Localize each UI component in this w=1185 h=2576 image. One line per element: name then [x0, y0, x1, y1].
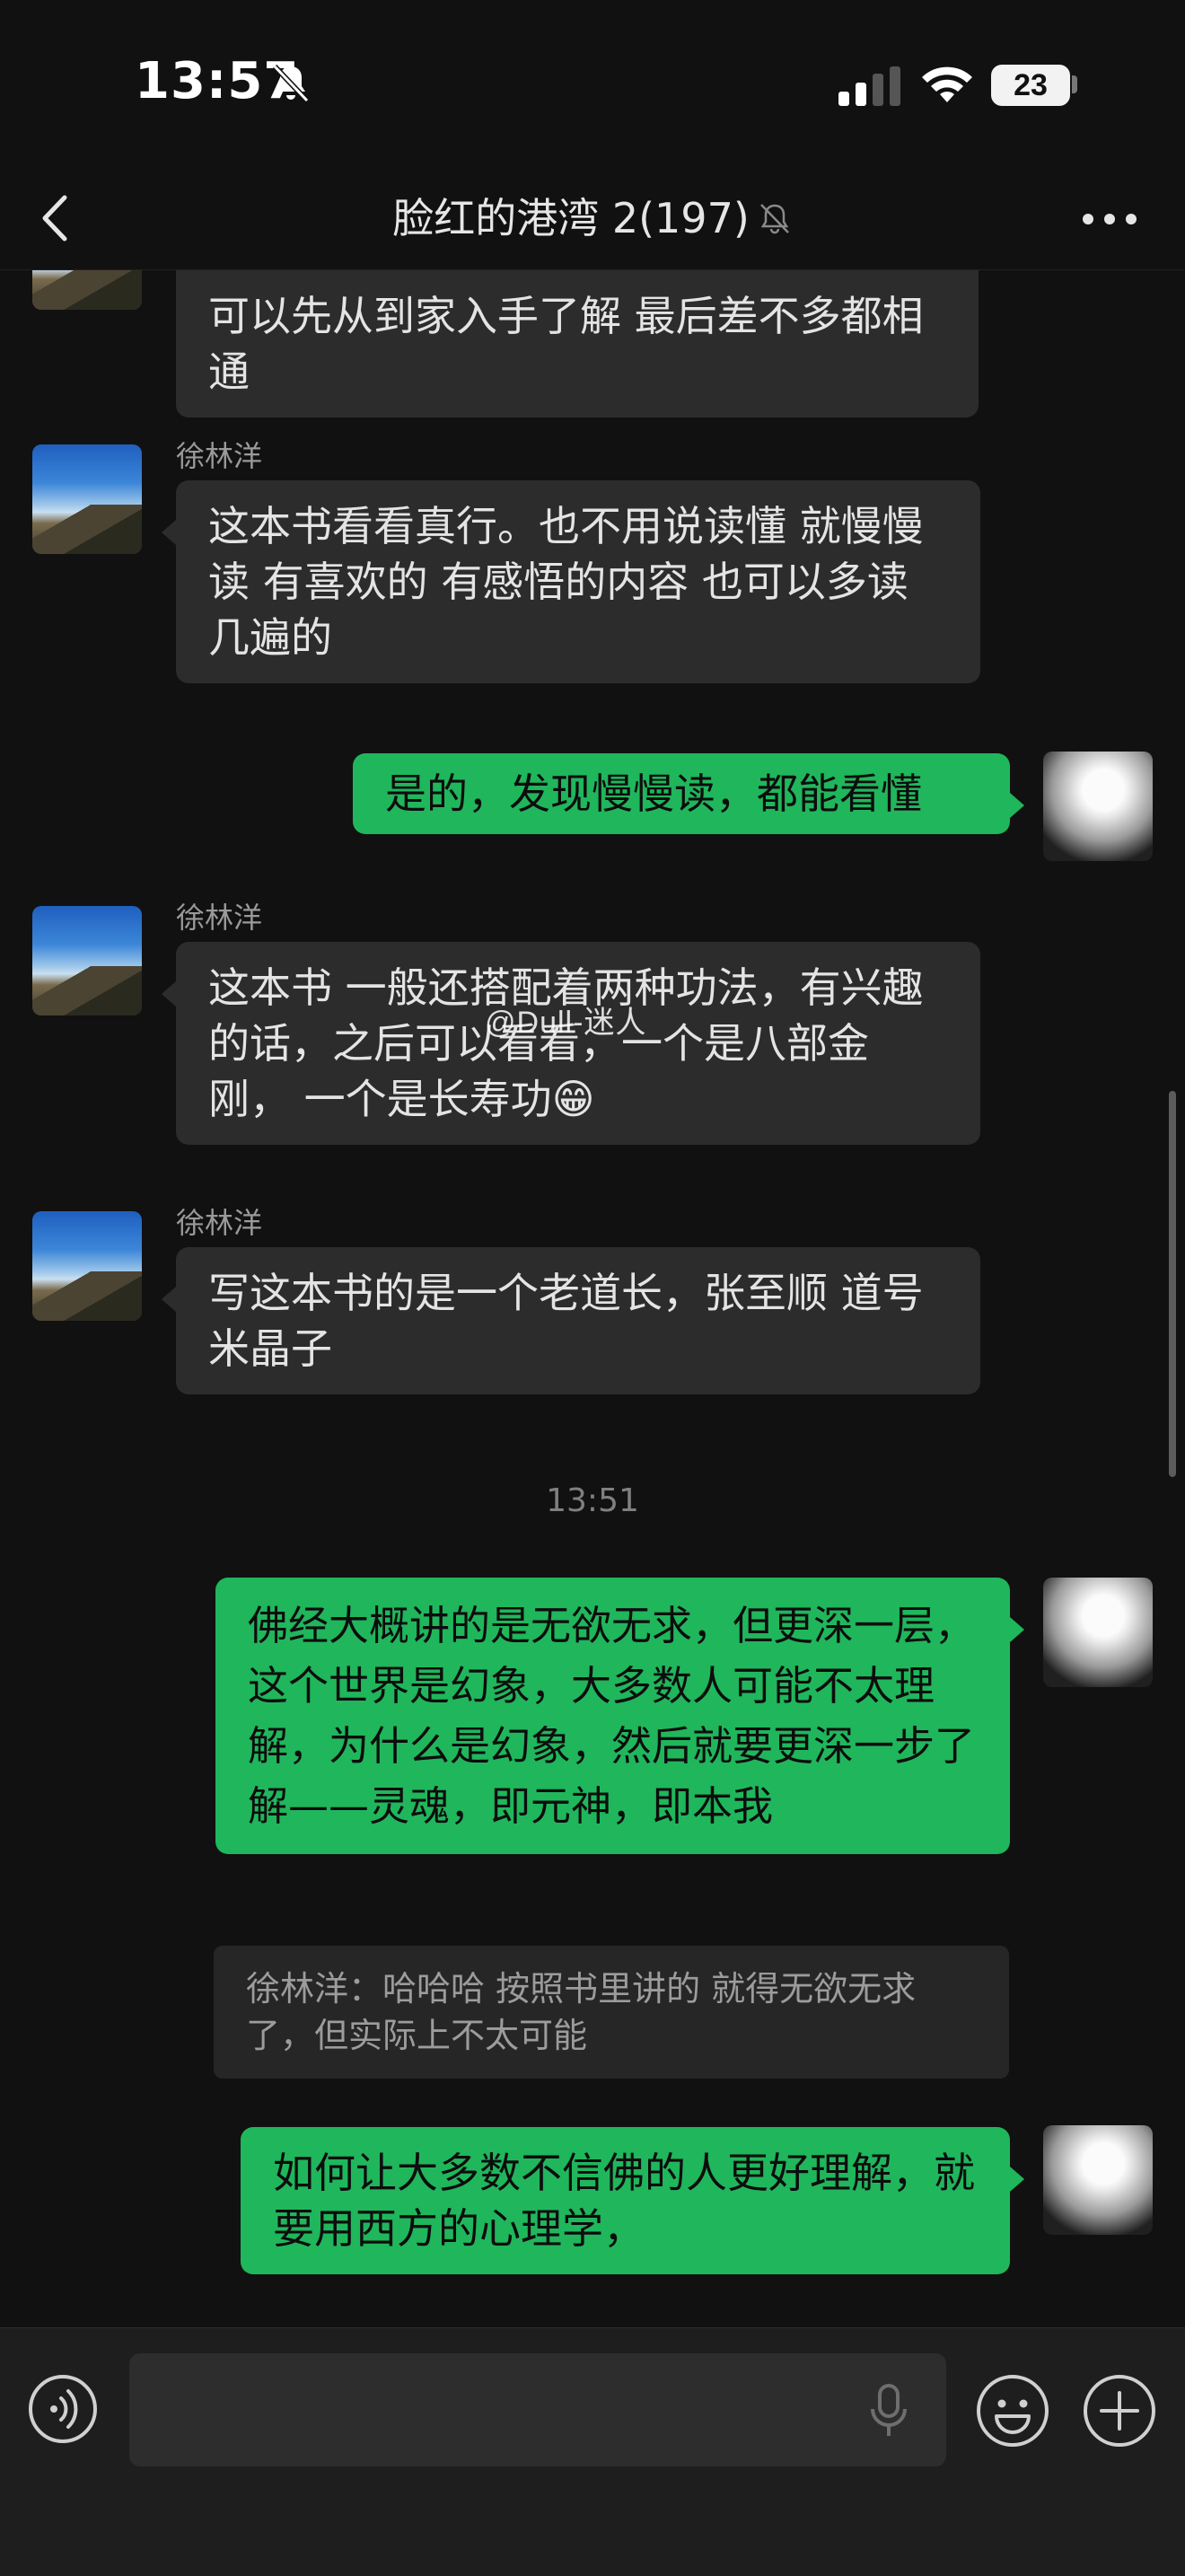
message-text: 这本书看看真行。也不用说读懂 就慢慢读 有喜欢的 有感悟的内容 也可以多读几遍的	[208, 502, 924, 662]
avatar[interactable]	[32, 270, 142, 310]
avatar[interactable]	[1043, 752, 1153, 861]
incoming-message[interactable]: 写这本书的是一个老道长，张至顺 道号米晶子	[162, 1247, 980, 1394]
status-bar: 13:57 23	[0, 0, 1185, 171]
voice-icon[interactable]	[27, 2373, 99, 2445]
chat-message-list[interactable]: 可以先从到家入手了解 最后差不多都相通 徐林洋 这本书看看真行。也不用说读懂 就…	[0, 270, 1185, 2326]
avatar[interactable]	[32, 1211, 142, 1321]
cellular-signal-icon	[838, 66, 900, 106]
avatar[interactable]	[1043, 1578, 1153, 1687]
quoted-text: 徐林洋：哈哈哈 按照书里讲的 就得无欲无求了，但实际上不太可能	[246, 1969, 917, 2055]
avatar[interactable]	[1043, 2125, 1153, 2235]
chat-title-container: 脸红的港湾 2(197)	[0, 187, 1185, 250]
message-input[interactable]	[129, 2353, 946, 2466]
outgoing-message[interactable]: 佛经大概讲的是无欲无求，但更深一层，这个世界是幻象，大多数人可能不太理解，为什么…	[215, 1578, 1024, 1854]
input-bar	[0, 2327, 1185, 2576]
message-text: 佛经大概讲的是无欲无求，但更深一层，这个世界是幻象，大多数人可能不太理解，为什么…	[248, 1602, 976, 1830]
wifi-icon	[922, 66, 972, 102]
message-text: 是的，发现慢慢读，都能看懂	[385, 769, 922, 818]
chat-header: 脸红的港湾 2(197)	[0, 171, 1185, 270]
incoming-message[interactable]: 这本书看看真行。也不用说读懂 就慢慢读 有喜欢的 有感悟的内容 也可以多读几遍的	[162, 480, 980, 683]
outgoing-message[interactable]: 是的，发现慢慢读，都能看懂	[353, 753, 1024, 834]
emoji-icon[interactable]	[975, 2373, 1050, 2449]
sender-name: 徐林洋	[176, 439, 263, 473]
battery-level: 23	[991, 65, 1070, 106]
outgoing-message[interactable]: 如何让大多数不信佛的人更好理解，就要用西方的心理学，	[241, 2127, 1024, 2274]
mute-icon	[759, 204, 789, 234]
avatar[interactable]	[32, 906, 142, 1015]
incoming-message[interactable]: 这本书 一般还搭配着两种功法，有兴趣的话，之后可以看看，一个是八部金刚， 一个是…	[162, 942, 980, 1145]
message-text: 可以先从到家入手了解 最后差不多都相通	[208, 292, 924, 396]
silent-bell-icon	[272, 64, 310, 103]
sender-name: 徐林洋	[176, 1206, 263, 1240]
avatar[interactable]	[32, 444, 142, 554]
chat-title: 脸红的港湾 2(197)	[392, 194, 750, 242]
message-text: 这本书 一般还搭配着两种功法，有兴趣的话，之后可以看看，一个是八部金刚， 一个是…	[208, 963, 924, 1123]
sender-name: 徐林洋	[176, 901, 263, 935]
more-icon[interactable]	[1077, 208, 1142, 230]
message-text: 写这本书的是一个老道长，张至顺 道号米晶子	[208, 1269, 924, 1373]
quoted-reply[interactable]: 徐林洋：哈哈哈 按照书里讲的 就得无欲无求了，但实际上不太可能	[214, 1946, 1009, 2079]
message-text: 如何让大多数不信佛的人更好理解，就要用西方的心理学，	[273, 2149, 975, 2253]
message-timestamp: 13:51	[546, 1482, 639, 1519]
plus-icon[interactable]	[1082, 2373, 1157, 2449]
watermark: @Dull-迷人	[485, 1006, 647, 1040]
mic-icon[interactable]	[867, 2382, 910, 2440]
incoming-message[interactable]: 可以先从到家入手了解 最后差不多都相通	[176, 270, 979, 418]
scrollbar[interactable]	[1169, 1091, 1176, 1477]
battery-tip	[1072, 75, 1077, 93]
